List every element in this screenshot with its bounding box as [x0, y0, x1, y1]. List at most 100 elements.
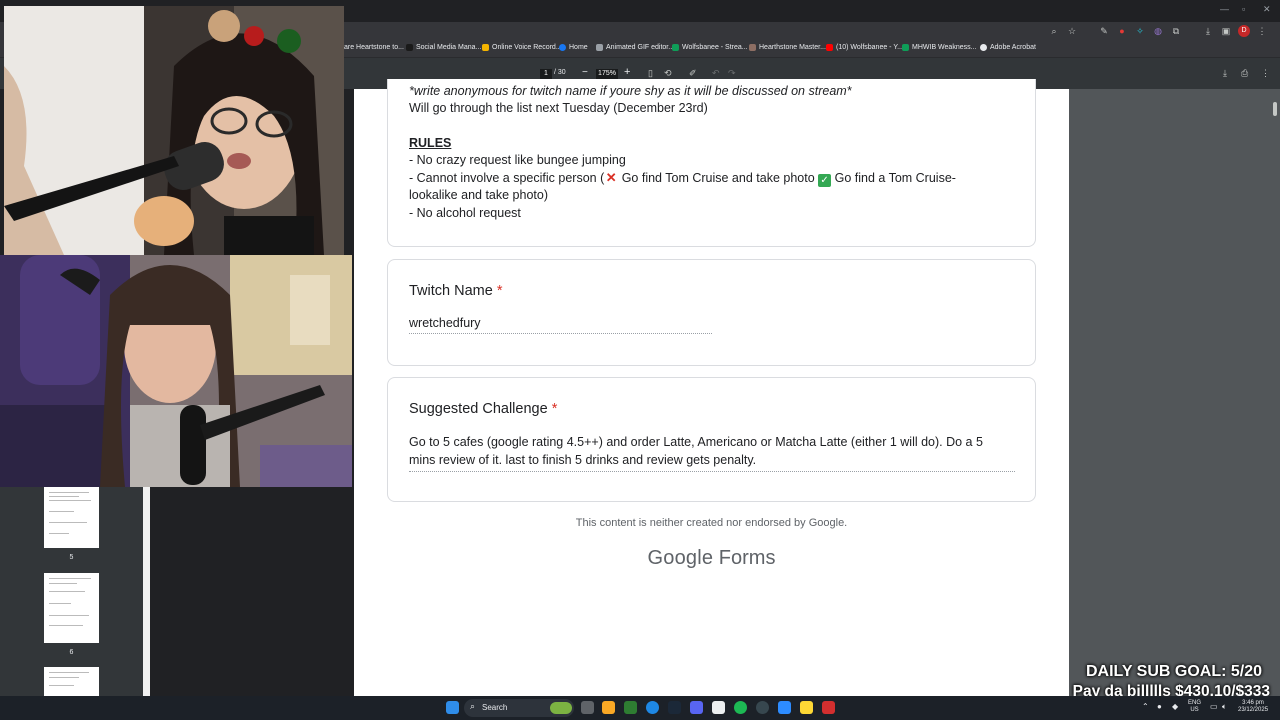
- capcut-icon[interactable]: [712, 701, 725, 714]
- search-icon: ⌕: [470, 701, 476, 711]
- acrobat-icon: [980, 44, 987, 51]
- network-icon[interactable]: ▭: [1210, 702, 1218, 711]
- zoom-icon[interactable]: [778, 701, 791, 714]
- intro-note: *write anonymous for twitch name if your…: [409, 84, 852, 98]
- file-explorer-icon[interactable]: [602, 701, 615, 714]
- extension-teal-icon[interactable]: ✧: [1134, 25, 1146, 37]
- app-green-icon[interactable]: [624, 701, 637, 714]
- language-indicator[interactable]: ENG US: [1188, 700, 1201, 714]
- bookmark-item[interactable]: are Heartstone to...: [344, 44, 404, 51]
- pdf-page: *write anonymous for twitch name if your…: [354, 79, 1069, 696]
- pdf-scrollbar-thumb[interactable]: [1273, 102, 1277, 116]
- downloads-icon[interactable]: ⤓: [1202, 25, 1214, 37]
- bookmark-favicon: [482, 44, 489, 51]
- profile-avatar[interactable]: D: [1238, 25, 1250, 37]
- bookmark-item[interactable]: Adobe Acrobat: [980, 44, 1036, 51]
- obs-icon[interactable]: [756, 701, 769, 714]
- challenge-answer: Go to 5 cafes (google rating 4.5++) and …: [409, 434, 1015, 475]
- maximize-icon[interactable]: ▫: [1242, 4, 1245, 14]
- question-card-twitch-name: Twitch Name * wretchedfury: [387, 259, 1036, 366]
- disclaimer-text: This content is neither created nor endo…: [575, 517, 848, 529]
- sticky-notes-icon[interactable]: [800, 701, 813, 714]
- rule-2: - Cannot involve a specific person (✕ Go…: [409, 170, 956, 187]
- rule-3: - No alcohol request: [409, 206, 521, 220]
- acrobat-icon[interactable]: [822, 701, 835, 714]
- google-forms-logo: Google Forms: [647, 547, 776, 569]
- webcam-image: [0, 255, 352, 487]
- youtube-icon: [826, 44, 833, 51]
- close-icon[interactable]: ✕: [1263, 4, 1271, 15]
- thumbnail-label: 6: [69, 649, 74, 656]
- redo-icon[interactable]: ↷: [728, 68, 736, 79]
- download-icon[interactable]: ⤓: [1223, 68, 1227, 79]
- bookmark-favicon: [406, 44, 413, 51]
- question-card-suggested-challenge: Suggested Challenge * Go to 5 cafes (goo…: [387, 377, 1036, 502]
- pdf-viewport[interactable]: *write anonymous for twitch name if your…: [354, 79, 1280, 696]
- page-thumbnail[interactable]: [44, 573, 99, 643]
- undo-icon[interactable]: ↶: [712, 68, 720, 79]
- bookmark-favicon: [596, 44, 603, 51]
- sub-goal-overlay: DAILY SUB GOAL: 5/20: [1085, 663, 1262, 680]
- spotify-icon[interactable]: [734, 701, 747, 714]
- bookmark-item[interactable]: Home: [559, 44, 588, 51]
- bookmark-item[interactable]: Social Media Mana...: [406, 44, 481, 51]
- required-asterisk: *: [496, 283, 503, 299]
- webcam-top: [4, 6, 344, 255]
- tab-search-icon[interactable]: ▣: [1220, 25, 1232, 37]
- thumbnail-scrollbar[interactable]: [143, 487, 150, 696]
- annotate-icon[interactable]: ✐: [689, 68, 697, 79]
- discord-icon[interactable]: [690, 701, 703, 714]
- webcam-image: [4, 6, 344, 255]
- bookmark-item[interactable]: Hearthstone Master...: [749, 44, 826, 51]
- chrome-icon[interactable]: [646, 701, 659, 714]
- more-options-icon[interactable]: ⋮: [1261, 68, 1270, 79]
- sheets-icon: [672, 44, 679, 51]
- question-title: Suggested Challenge *: [409, 401, 558, 417]
- volume-icon[interactable]: 🔈︎: [1222, 702, 1227, 712]
- minimize-icon[interactable]: —: [1220, 4, 1229, 14]
- page-thumbnail[interactable]: [44, 487, 99, 548]
- tray-app-icon[interactable]: ◆: [1172, 702, 1178, 711]
- intro-schedule: Will go through the list next Tuesday (D…: [409, 101, 708, 115]
- rotate-icon[interactable]: ⟲: [664, 68, 672, 79]
- cross-mark-icon: ✕: [605, 170, 617, 185]
- rule-2-continued: lookalike and take photo): [409, 188, 548, 202]
- task-view-icon[interactable]: [581, 701, 594, 714]
- fit-page-icon[interactable]: ▯: [648, 68, 653, 79]
- bookmark-item[interactable]: MHWIB Weakness...: [902, 44, 976, 51]
- thumbnail-label: 5: [69, 554, 74, 561]
- tray-chevron-icon[interactable]: ⌃: [1142, 702, 1149, 711]
- sheets-icon: [902, 44, 909, 51]
- tray-app-icon[interactable]: ●: [1157, 702, 1162, 711]
- bookmark-item[interactable]: Animated GIF editor...: [596, 44, 674, 51]
- bookmark-favicon: [749, 44, 756, 51]
- extension-purple-icon[interactable]: ◍: [1152, 25, 1164, 37]
- taskbar: Search ⌕ ⌃ ● ◆ ENG US ▭ 🔈︎ 3:46 pm 23/12/2…: [0, 696, 1280, 720]
- zoom-in-button[interactable]: +: [624, 66, 630, 78]
- extensions-puzzle-icon[interactable]: ⧉: [1170, 25, 1182, 37]
- extension-icon[interactable]: ✎: [1098, 25, 1110, 37]
- bookmark-item[interactable]: Online Voice Record...: [482, 44, 562, 51]
- windows-start-icon[interactable]: [446, 701, 459, 714]
- bookmark-item[interactable]: Wolfsbanee - Strea...: [672, 44, 748, 51]
- steam-icon[interactable]: [668, 701, 681, 714]
- zoom-input[interactable]: 175%: [596, 69, 618, 79]
- webcam-bottom: [0, 255, 352, 487]
- question-title: Twitch Name *: [409, 283, 503, 299]
- search-highlight-icon: [550, 702, 572, 714]
- extension-red-icon[interactable]: ●: [1116, 25, 1128, 37]
- page-total: / 30: [554, 69, 566, 76]
- thumbnail-panel: 5 6: [0, 487, 150, 696]
- menu-kebab-icon[interactable]: ⋮: [1256, 25, 1268, 37]
- clock[interactable]: 3:46 pm 23/12/2025: [1238, 700, 1268, 714]
- zoom-icon[interactable]: ⌕: [1048, 25, 1060, 37]
- print-icon[interactable]: ⎙: [1241, 68, 1248, 79]
- bookmark-star-icon[interactable]: ☆: [1066, 25, 1078, 37]
- required-asterisk: *: [551, 401, 558, 417]
- page-thumbnail[interactable]: [44, 667, 99, 696]
- page-number-input[interactable]: 1: [540, 69, 552, 79]
- browser-toolbar-icons: ⌕ ☆ ✎ ● ✧ ◍ ⧉ ⤓ ▣ D ⋮: [1048, 25, 1268, 37]
- bookmark-item[interactable]: (10) Wolfsbanee - Y...: [826, 44, 903, 51]
- check-mark-icon: ✓: [818, 174, 832, 187]
- zoom-out-button[interactable]: −: [582, 67, 588, 78]
